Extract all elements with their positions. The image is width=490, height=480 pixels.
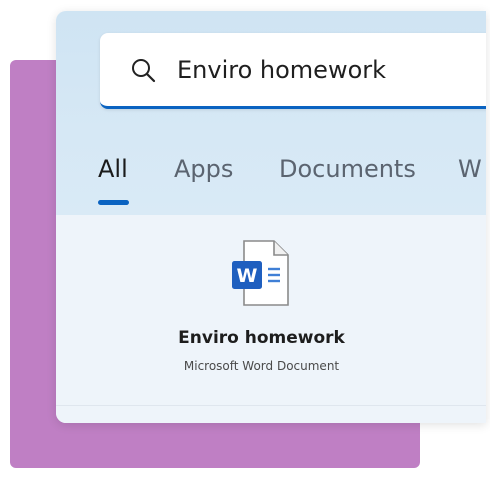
tab-apps[interactable]: Apps [174,151,233,187]
svg-text:W: W [237,265,258,287]
result-subtitle: Microsoft Word Document [183,359,340,373]
active-tab-indicator [98,200,129,205]
search-input[interactable]: Enviro homework [177,53,386,87]
results-area: W Enviro homework Microsoft Word Documen… [56,215,486,423]
search-header: Enviro homework All Apps Documents W [56,11,486,215]
tab-documents[interactable]: Documents [279,151,416,187]
tab-web[interactable]: W [458,151,482,187]
search-panel: Enviro homework All Apps Documents W W E… [56,11,486,423]
search-box[interactable]: Enviro homework [100,33,486,109]
word-document-icon: W [230,239,292,309]
result-title: Enviro homework [178,328,345,348]
search-icon [130,57,156,83]
result-item[interactable]: W Enviro homework Microsoft Word Documen… [56,215,486,406]
tab-all[interactable]: All [98,151,128,187]
